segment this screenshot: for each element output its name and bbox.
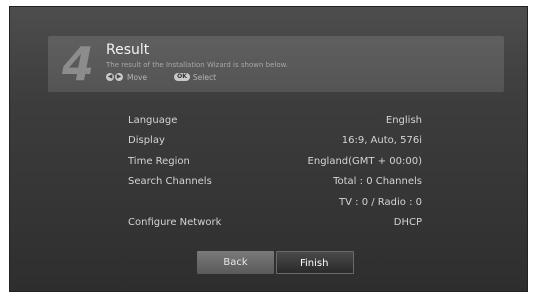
result-row-time-region: Time Region England(GMT + 00:00) [128,152,422,172]
result-label: Time Region [128,155,190,167]
result-value: England(GMT + 00:00) [307,155,422,167]
finish-button[interactable]: Finish [276,251,354,274]
result-label: Language [128,115,178,126]
result-label: Configure Network [128,216,222,228]
result-label: Search Channels [128,176,212,188]
result-value: Total : 0 Channels [333,176,422,188]
step-number: 4 [62,37,95,91]
ok-key-icon: OK [174,73,190,81]
result-row-tv-radio: TV : 0 / Radio : 0 [128,193,422,213]
select-hint-label: Select [192,72,217,82]
result-value: DHCP [393,216,422,228]
result-row-configure-network: Configure Network DHCP [128,213,422,233]
right-arrow-key-icon: ▶ [115,73,123,81]
key-hints: ◀ ▶ Move OK Select [106,72,216,82]
left-arrow-key-icon: ◀ [106,73,114,81]
wizard-screen: 4 Result The result of the Installation … [9,6,528,292]
back-button[interactable]: Back [197,251,274,274]
result-row-language: Language English [128,111,422,131]
result-list: Language English Display 16:9, Auto, 576… [128,111,422,233]
result-row-display: Display 16:9, Auto, 576i [128,131,422,151]
move-hint-label: Move [127,72,148,82]
page-subtitle: The result of the Installation Wizard is… [106,61,288,69]
result-value: English [385,115,422,126]
wizard-header: 4 Result The result of the Installation … [48,36,504,92]
result-row-search-channels: Search Channels Total : 0 Channels [128,172,422,192]
result-value: 16:9, Auto, 576i [341,135,422,147]
result-value: TV : 0 / Radio : 0 [339,196,422,208]
page-title: Result [106,42,150,58]
result-label: Display [128,135,165,147]
